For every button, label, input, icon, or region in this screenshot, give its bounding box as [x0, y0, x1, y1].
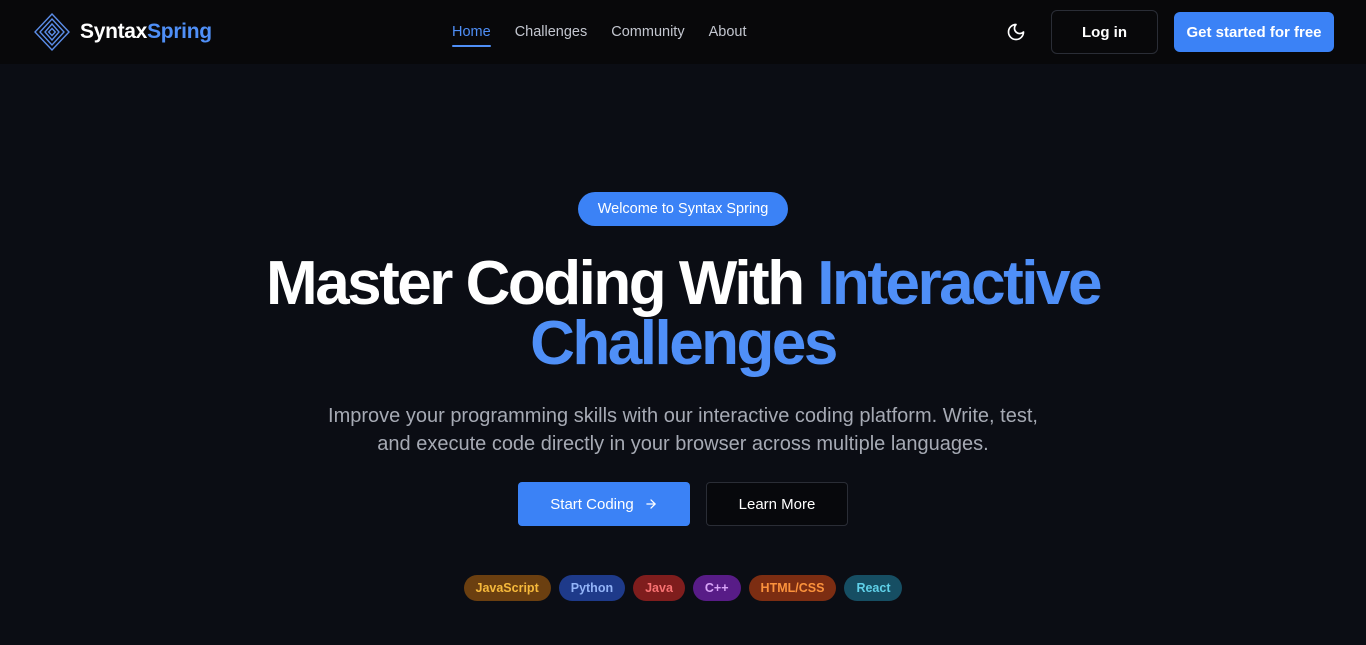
- brand-name-part2: Spring: [147, 20, 212, 43]
- headline-plain: Master Coding With: [266, 249, 818, 318]
- headline-accent-2: Challenges: [530, 309, 838, 378]
- start-coding-label: Start Coding: [550, 495, 634, 513]
- hero-headline: Master Coding With Interactive Challenge…: [0, 253, 1366, 375]
- start-coding-button[interactable]: Start Coding: [518, 482, 690, 526]
- headline-accent-1: Interactive: [817, 249, 1102, 318]
- tag-cpp: C++: [692, 575, 741, 601]
- get-started-button[interactable]: Get started for free: [1174, 12, 1334, 52]
- nav-link-home[interactable]: Home: [452, 21, 491, 47]
- brand-logo[interactable]: SyntaxSpring: [34, 13, 212, 51]
- brand-name: SyntaxSpring: [80, 20, 212, 44]
- nav-link-challenges[interactable]: Challenges: [515, 21, 588, 43]
- subtitle-line-2: and execute code directly in your browse…: [377, 433, 989, 455]
- tag-python: Python: [558, 575, 626, 601]
- logo-diamond-icon: [34, 13, 70, 51]
- subtitle-line-1: Improve your programming skills with our…: [328, 405, 1038, 427]
- brand-name-part1: Syntax: [80, 20, 148, 43]
- learn-more-button[interactable]: Learn More: [706, 482, 848, 526]
- tag-java: Java: [633, 575, 685, 601]
- main-nav: Home Challenges Community About: [452, 0, 770, 64]
- welcome-badge: Welcome to Syntax Spring: [578, 192, 788, 226]
- nav-link-about[interactable]: About: [709, 21, 747, 43]
- tag-react: React: [844, 575, 903, 601]
- nav-link-community[interactable]: Community: [611, 21, 684, 43]
- tag-javascript: JavaScript: [463, 575, 551, 601]
- hero-subtitle: Improve your programming skills with our…: [283, 402, 1083, 458]
- arrow-right-icon: [645, 499, 656, 509]
- moon-icon: [1007, 23, 1025, 41]
- login-button[interactable]: Log in: [1051, 10, 1158, 54]
- language-tags: JavaScript Python Java C++ HTML/CSS Reac…: [0, 575, 1366, 601]
- tag-html-css: HTML/CSS: [748, 575, 837, 601]
- theme-toggle-button[interactable]: [1002, 18, 1030, 46]
- navbar: SyntaxSpring Home Challenges Community A…: [0, 0, 1366, 64]
- hero-section: Welcome to Syntax Spring Master Coding W…: [0, 64, 1366, 645]
